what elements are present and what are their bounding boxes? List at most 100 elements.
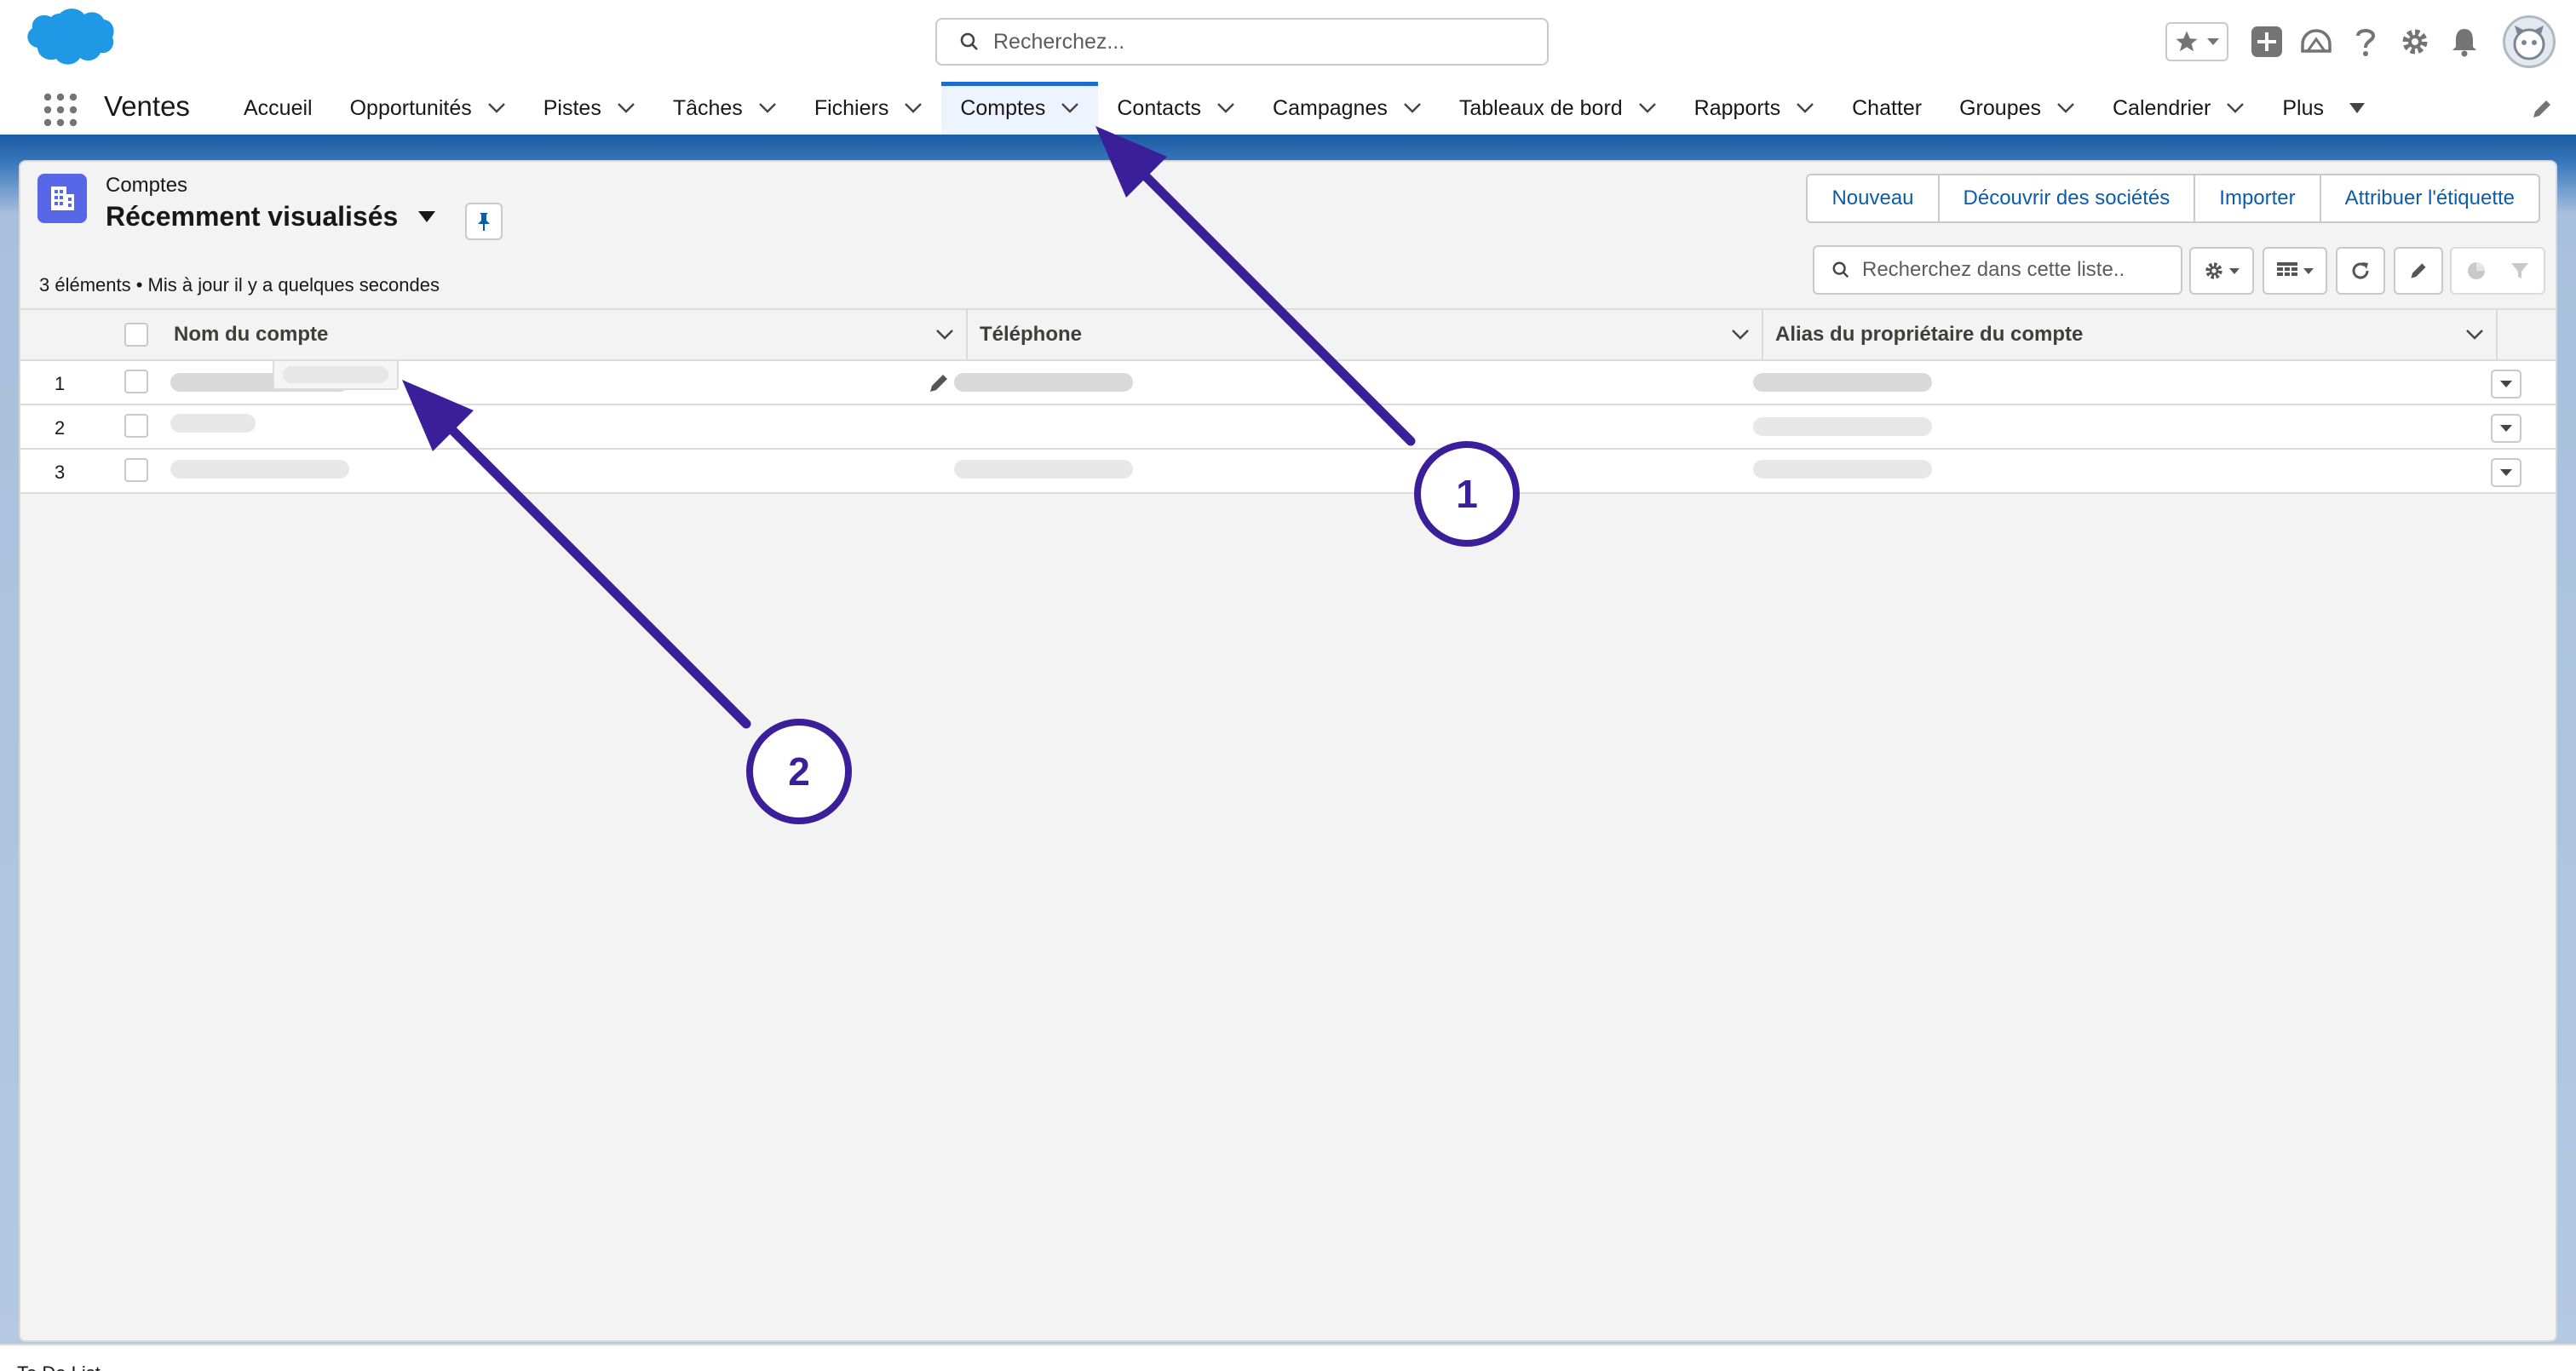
discover-companies-button[interactable]: Découvrir des sociétés bbox=[1937, 174, 2196, 223]
utility-item-todo[interactable]: To Do List bbox=[17, 1362, 101, 1371]
list-search-input[interactable] bbox=[1862, 258, 2169, 282]
caret-down-icon bbox=[2303, 267, 2314, 274]
chevron-down-icon[interactable] bbox=[935, 329, 954, 341]
edit-nav-pencil-icon[interactable] bbox=[2530, 97, 2554, 121]
utility-bar: To Do List bbox=[0, 1344, 2576, 1371]
list-view-card: Comptes Récemment visualisés 3 éléments … bbox=[19, 160, 2557, 1342]
owner-alias-cell bbox=[1753, 460, 1932, 479]
display-as-button[interactable] bbox=[2263, 247, 2327, 295]
nav-item-rapports[interactable]: Rapports bbox=[1676, 82, 1833, 135]
app-name: Ventes bbox=[104, 90, 190, 122]
list-view-title[interactable]: Récemment visualisés bbox=[106, 201, 436, 232]
global-search-input[interactable] bbox=[993, 29, 1504, 54]
nav-item-accueil[interactable]: Accueil bbox=[225, 82, 331, 135]
help-icon[interactable] bbox=[2348, 24, 2383, 60]
new-button[interactable]: Nouveau bbox=[1806, 174, 1940, 223]
chevron-down-icon[interactable] bbox=[1216, 102, 1235, 114]
trailhead-icon[interactable] bbox=[2298, 24, 2334, 60]
list-actions: Nouveau Découvrir des sociétés Importer … bbox=[1806, 174, 2540, 223]
pencil-icon bbox=[2411, 263, 2426, 278]
nav-item-pistes[interactable]: Pistes bbox=[525, 82, 654, 135]
chevron-down-icon[interactable] bbox=[1638, 102, 1657, 114]
notifications-bell-icon[interactable] bbox=[2447, 24, 2482, 60]
row-checkbox[interactable] bbox=[124, 458, 148, 482]
row-actions-button[interactable] bbox=[2491, 414, 2521, 443]
nav-item-label: Pistes bbox=[543, 95, 601, 120]
assign-label-button[interactable]: Attribuer l'étiquette bbox=[2319, 174, 2540, 223]
nav-item-comptes[interactable]: Comptes bbox=[941, 82, 1099, 135]
row-actions-button[interactable] bbox=[2491, 458, 2521, 487]
pin-list-button[interactable] bbox=[465, 203, 503, 240]
phone-cell bbox=[954, 373, 1133, 392]
inline-edit-button[interactable] bbox=[2394, 247, 2443, 295]
app-launcher-icon[interactable] bbox=[43, 92, 78, 128]
chevron-down-icon[interactable] bbox=[2465, 329, 2484, 341]
column-header-phone[interactable]: Téléphone bbox=[980, 310, 1762, 359]
nav-item-campagnes[interactable]: Campagnes bbox=[1254, 82, 1440, 135]
chevron-down-icon[interactable] bbox=[904, 102, 923, 114]
nav-item-tableaux-de-bord[interactable]: Tableaux de bord bbox=[1440, 82, 1676, 135]
global-add-icon[interactable] bbox=[2249, 24, 2285, 60]
account-name-cell[interactable] bbox=[170, 414, 256, 433]
nav-item-fichiers[interactable]: Fichiers bbox=[796, 82, 942, 135]
column-header-account-name[interactable]: Nom du compte bbox=[174, 310, 966, 359]
pencil-icon[interactable] bbox=[927, 371, 951, 395]
row-actions-button[interactable] bbox=[2491, 370, 2521, 399]
chevron-down-icon[interactable] bbox=[758, 102, 777, 114]
column-header-owner-alias[interactable]: Alias du propriétaire du compte bbox=[1775, 310, 2496, 359]
chevron-down-icon[interactable] bbox=[1403, 102, 1422, 114]
caret-down-icon bbox=[2500, 381, 2512, 387]
nav-item-chatter[interactable]: Chatter bbox=[1833, 82, 1941, 135]
refresh-button[interactable] bbox=[2336, 247, 2385, 295]
refresh-icon bbox=[2352, 262, 2369, 279]
chevron-down-icon[interactable] bbox=[2226, 102, 2245, 114]
nav-item-contacts[interactable]: Contacts bbox=[1098, 82, 1254, 135]
list-view-title-text: Récemment visualisés bbox=[106, 201, 399, 232]
row-checkbox[interactable] bbox=[124, 414, 148, 438]
nav-item-plus[interactable]: Plus bbox=[2263, 82, 2383, 135]
table-row[interactable]: 1 bbox=[20, 361, 2556, 405]
nav-item-label: Campagnes bbox=[1273, 95, 1388, 120]
caret-down-icon bbox=[2500, 469, 2512, 476]
chart-icon[interactable] bbox=[2465, 260, 2487, 282]
nav-item-label: Contacts bbox=[1117, 95, 1202, 120]
column-label: Téléphone bbox=[980, 323, 1083, 346]
setup-gear-icon[interactable] bbox=[2397, 24, 2433, 60]
caret-down-icon bbox=[2349, 103, 2365, 113]
table-row[interactable]: 3 bbox=[20, 450, 2556, 494]
import-button[interactable]: Importer bbox=[2194, 174, 2321, 223]
list-search-box[interactable] bbox=[1813, 245, 2182, 295]
list-settings-button[interactable] bbox=[2189, 247, 2254, 295]
salesforce-logo-icon[interactable] bbox=[22, 7, 116, 73]
favorites-button[interactable] bbox=[2165, 22, 2228, 61]
caret-down-icon[interactable] bbox=[418, 211, 436, 222]
chevron-down-icon[interactable] bbox=[2056, 102, 2075, 114]
pin-icon bbox=[478, 213, 490, 231]
filter-icon[interactable] bbox=[2510, 261, 2530, 281]
column-label: Nom du compte bbox=[174, 323, 329, 346]
account-name-cell[interactable] bbox=[170, 460, 349, 479]
table-icon bbox=[2277, 262, 2297, 276]
chevron-down-icon[interactable] bbox=[1061, 102, 1079, 114]
column-divider[interactable] bbox=[966, 310, 968, 359]
select-all-checkbox[interactable] bbox=[124, 323, 148, 347]
column-divider[interactable] bbox=[1762, 310, 1763, 359]
nav-item-label: Fichiers bbox=[814, 95, 889, 120]
row-number: 2 bbox=[55, 417, 66, 439]
nav-item-label: Tableaux de bord bbox=[1458, 95, 1623, 120]
chevron-down-icon[interactable] bbox=[617, 102, 635, 114]
table-row[interactable]: 2 bbox=[20, 405, 2556, 450]
user-avatar[interactable] bbox=[2503, 15, 2556, 68]
chevron-down-icon[interactable] bbox=[1731, 329, 1750, 341]
column-divider[interactable] bbox=[2496, 310, 2498, 359]
global-search-box[interactable] bbox=[935, 18, 1549, 66]
chevron-down-icon[interactable] bbox=[1796, 102, 1814, 114]
chevron-down-icon[interactable] bbox=[487, 102, 506, 114]
annotation-callout-2: 2 bbox=[746, 719, 852, 824]
nav-item-calendrier[interactable]: Calendrier bbox=[2094, 82, 2263, 135]
row-checkbox[interactable] bbox=[124, 370, 148, 393]
nav-item-taches[interactable]: Tâches bbox=[654, 82, 796, 135]
chevron-down-icon[interactable] bbox=[2206, 37, 2220, 47]
nav-item-groupes[interactable]: Groupes bbox=[1941, 82, 2094, 135]
nav-item-opportunites[interactable]: Opportunités bbox=[331, 82, 525, 135]
